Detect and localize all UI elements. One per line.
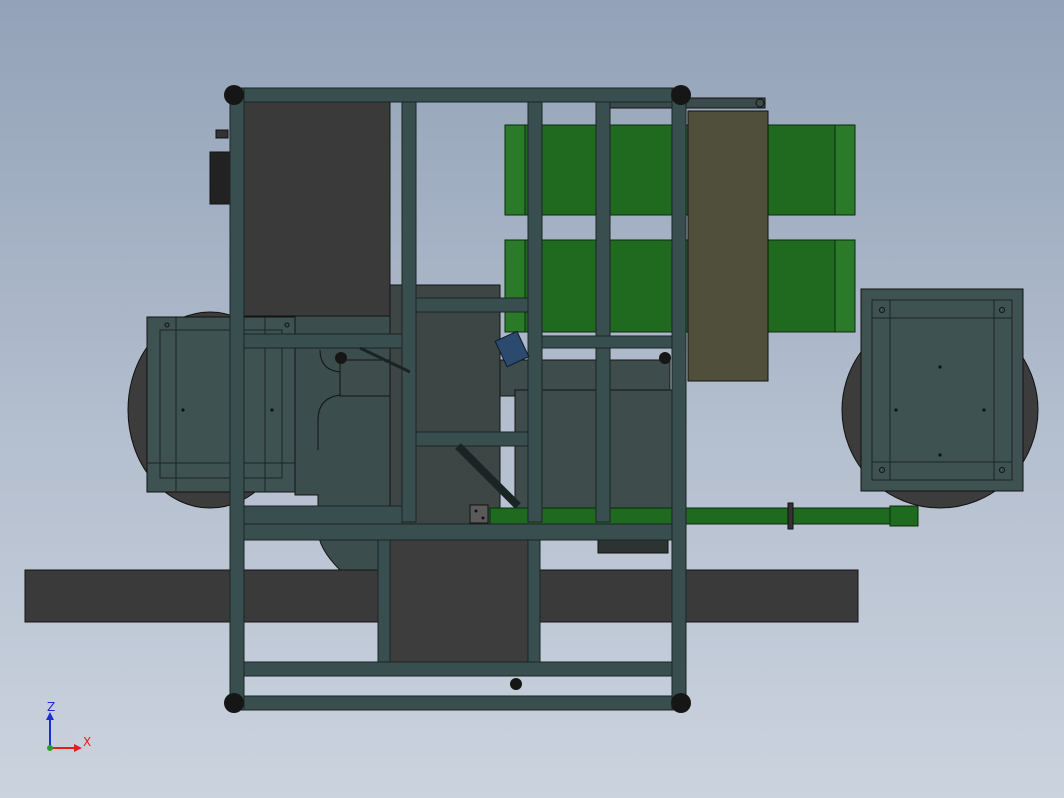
side-box[interactable] bbox=[209, 151, 233, 205]
cad-model-view[interactable]: Z X bbox=[0, 0, 1064, 798]
pivot-right[interactable] bbox=[659, 352, 671, 364]
control-panel-plate[interactable] bbox=[687, 110, 769, 382]
axis-z-label: Z bbox=[47, 700, 55, 714]
axis-triad-icon: Z X bbox=[46, 700, 91, 752]
caster-top-right[interactable] bbox=[671, 85, 691, 105]
caster-top-left[interactable] bbox=[224, 85, 244, 105]
axis-x-label: X bbox=[83, 735, 91, 749]
caster-bottom-center[interactable] bbox=[510, 678, 522, 690]
lower-housing[interactable] bbox=[387, 539, 529, 663]
right-wheel[interactable] bbox=[841, 288, 1039, 509]
cad-viewport[interactable]: Z X bbox=[0, 0, 1064, 798]
connector-block[interactable] bbox=[469, 504, 489, 524]
battery-panel[interactable] bbox=[243, 101, 391, 317]
pivot-left[interactable] bbox=[335, 352, 347, 364]
caster-bottom-left[interactable] bbox=[224, 693, 244, 713]
caster-bottom-right[interactable] bbox=[671, 693, 691, 713]
